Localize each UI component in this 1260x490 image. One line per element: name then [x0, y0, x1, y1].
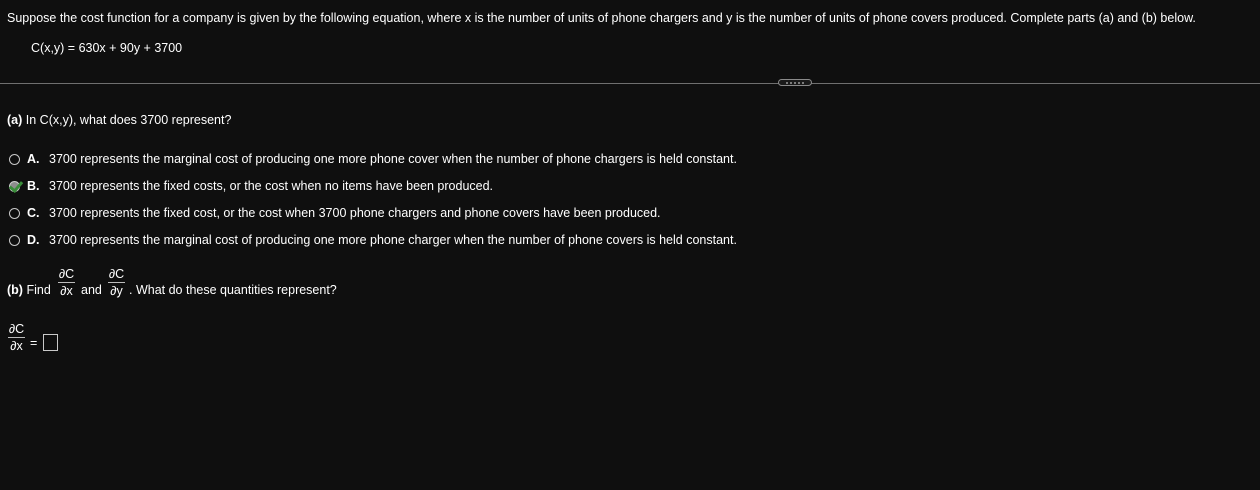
radio-button-icon[interactable] — [9, 234, 20, 246]
and-word: and — [81, 283, 102, 297]
part-a-prompt: (a) In C(x,y), what does 3700 represent? — [7, 113, 231, 127]
part-b-question-tail: . What do these quantities represent? — [129, 283, 337, 297]
choice-letter: A. — [27, 152, 40, 166]
choice-letter: B. — [27, 179, 40, 193]
choice-text: 3700 represents the fixed costs, or the … — [49, 179, 494, 193]
fraction-numerator: ∂C — [8, 322, 25, 336]
choice-letter: C. — [27, 206, 40, 220]
choice-a[interactable]: A. 3700 represents the marginal cost of … — [9, 151, 737, 167]
find-word: Find — [26, 283, 51, 297]
fraction-denominator: ∂x — [10, 339, 23, 353]
partial-c-y-fraction: ∂C ∂y — [108, 267, 125, 298]
answer-lhs-fraction: ∂C ∂x — [8, 322, 25, 353]
part-b-find: (b) Find — [7, 283, 51, 297]
fraction-bar — [108, 282, 125, 283]
radio-button-icon[interactable] — [8, 177, 24, 193]
fraction-numerator: ∂C — [58, 267, 75, 281]
section-divider — [0, 83, 1260, 84]
choice-b[interactable]: B. 3700 represents the fixed costs, or t… — [8, 177, 494, 194]
question-intro: Suppose the cost function for a company … — [7, 11, 1196, 25]
part-b-label: (b) — [7, 283, 23, 297]
part-a-label: (a) — [7, 113, 23, 127]
fraction-denominator: ∂x — [60, 284, 73, 298]
partial-c-x-fraction: ∂C ∂x — [58, 267, 75, 298]
fraction-bar — [58, 282, 75, 283]
choice-text: 3700 represents the fixed cost, or the c… — [49, 206, 661, 220]
fraction-numerator: ∂C — [108, 267, 125, 281]
answer-input[interactable] — [43, 334, 58, 351]
green-check-icon — [8, 177, 24, 193]
fraction-bar — [8, 337, 25, 338]
radio-button-icon[interactable] — [9, 207, 20, 219]
ellipsis-handle-icon[interactable] — [778, 79, 812, 86]
choice-letter: D. — [27, 233, 40, 247]
choice-text: 3700 represents the marginal cost of pro… — [49, 233, 737, 247]
fraction-denominator: ∂y — [110, 284, 123, 298]
choice-c[interactable]: C. 3700 represents the fixed cost, or th… — [9, 205, 661, 221]
choice-d[interactable]: D. 3700 represents the marginal cost of … — [9, 232, 737, 248]
equals-sign: = — [30, 336, 38, 350]
part-a-question: In C(x,y), what does 3700 represent? — [25, 113, 232, 127]
cost-equation: C(x,y) = 630x + 90y + 3700 — [31, 41, 183, 55]
radio-button-icon[interactable] — [9, 153, 20, 165]
choice-text: 3700 represents the marginal cost of pro… — [49, 152, 737, 166]
